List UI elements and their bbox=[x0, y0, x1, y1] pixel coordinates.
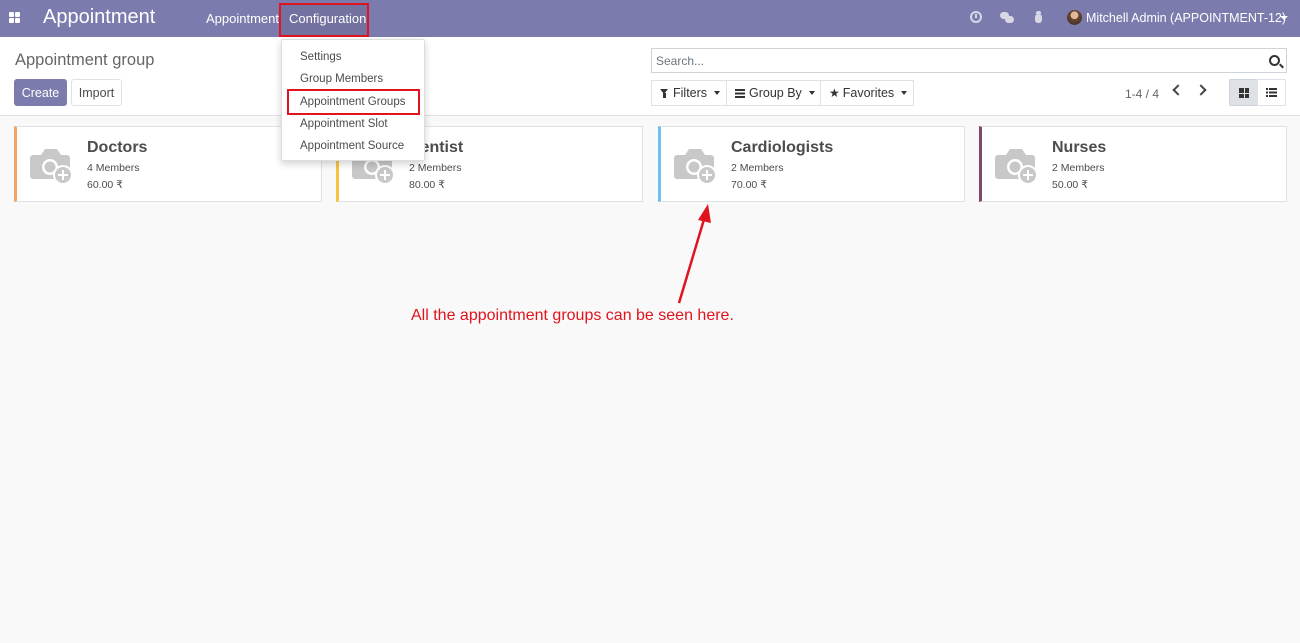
search-icon[interactable] bbox=[1269, 55, 1280, 66]
card-price: 50.00 ₹ bbox=[1052, 179, 1088, 191]
breadcrumb: Appointment group bbox=[15, 51, 155, 69]
list-view-button[interactable] bbox=[1257, 79, 1286, 106]
debug-bug-icon[interactable] bbox=[1033, 11, 1043, 24]
top-navbar: Appointment Appointment Configuration Mi… bbox=[0, 0, 1300, 37]
annotation-arrow-icon bbox=[677, 204, 711, 304]
user-menu-caret-icon[interactable] bbox=[1280, 16, 1288, 20]
star-icon: ★ bbox=[829, 86, 840, 100]
card-members: 4 Members bbox=[87, 162, 140, 174]
card-price: 70.00 ₹ bbox=[731, 179, 767, 191]
kanban-card-cardiologists[interactable]: Cardiologists 2 Members 70.00 ₹ bbox=[658, 126, 965, 202]
annotation-text: All the appointment groups can be seen h… bbox=[411, 307, 734, 324]
control-panel: Appointment group Create Import Filters … bbox=[0, 37, 1300, 116]
search-input[interactable] bbox=[656, 54, 1256, 68]
list-icon bbox=[1266, 88, 1277, 97]
menu-appointment[interactable]: Appointment bbox=[206, 11, 279, 26]
search-box bbox=[651, 48, 1287, 73]
favorites-button[interactable]: ★ Favorites bbox=[820, 80, 914, 106]
app-brand[interactable]: Appointment bbox=[43, 6, 155, 29]
kanban-view-button[interactable] bbox=[1229, 79, 1258, 106]
dropdown-item-appointment-source[interactable]: Appointment Source bbox=[300, 140, 404, 152]
camera-placeholder-icon bbox=[995, 149, 1038, 185]
favorites-label: Favorites bbox=[842, 86, 895, 100]
camera-placeholder-icon bbox=[674, 149, 717, 185]
caret-down-icon bbox=[901, 91, 908, 95]
dropdown-item-appointment-slot[interactable]: Appointment Slot bbox=[300, 118, 388, 130]
card-members: 2 Members bbox=[1052, 162, 1105, 174]
pager-next-icon[interactable] bbox=[1195, 84, 1207, 96]
pager-value[interactable]: 1-4 / 4 bbox=[1125, 87, 1159, 101]
dropdown-item-settings[interactable]: Settings bbox=[300, 51, 342, 63]
user-menu-name[interactable]: Mitchell Admin (APPOINTMENT-12) bbox=[1086, 11, 1286, 25]
card-price: 80.00 ₹ bbox=[409, 179, 445, 191]
pager-previous-icon[interactable] bbox=[1172, 84, 1184, 96]
card-title: Cardiologists bbox=[731, 139, 834, 156]
card-title: Nurses bbox=[1052, 139, 1107, 156]
filter-funnel-icon bbox=[660, 88, 669, 98]
activity-clock-icon[interactable] bbox=[970, 11, 982, 23]
filters-button[interactable]: Filters bbox=[651, 80, 727, 106]
messaging-chat-icon[interactable] bbox=[1000, 12, 1014, 23]
groupby-label: Group By bbox=[749, 86, 802, 100]
card-title: Doctors bbox=[87, 139, 148, 156]
kanban-grid-icon bbox=[1239, 88, 1249, 98]
card-price: 60.00 ₹ bbox=[87, 179, 123, 191]
filters-label: Filters bbox=[673, 86, 708, 100]
apps-menu-icon[interactable] bbox=[9, 12, 20, 23]
import-button[interactable]: Import bbox=[71, 79, 122, 106]
caret-down-icon bbox=[714, 91, 721, 95]
user-avatar[interactable] bbox=[1067, 10, 1082, 25]
dropdown-item-group-members[interactable]: Group Members bbox=[300, 73, 383, 85]
appointment-groups-highlight bbox=[287, 89, 420, 115]
menu-configuration[interactable]: Configuration bbox=[289, 11, 366, 26]
camera-placeholder-icon bbox=[30, 149, 73, 185]
card-members: 2 Members bbox=[409, 162, 462, 174]
kanban-card-doctors[interactable]: Doctors 4 Members 60.00 ₹ bbox=[14, 126, 322, 202]
caret-down-icon bbox=[808, 91, 815, 95]
kanban-card-nurses[interactable]: Nurses 2 Members 50.00 ₹ bbox=[979, 126, 1287, 202]
group-bars-icon bbox=[735, 88, 745, 98]
groupby-button[interactable]: Group By bbox=[726, 80, 821, 106]
card-members: 2 Members bbox=[731, 162, 784, 174]
create-button[interactable]: Create bbox=[14, 79, 67, 106]
